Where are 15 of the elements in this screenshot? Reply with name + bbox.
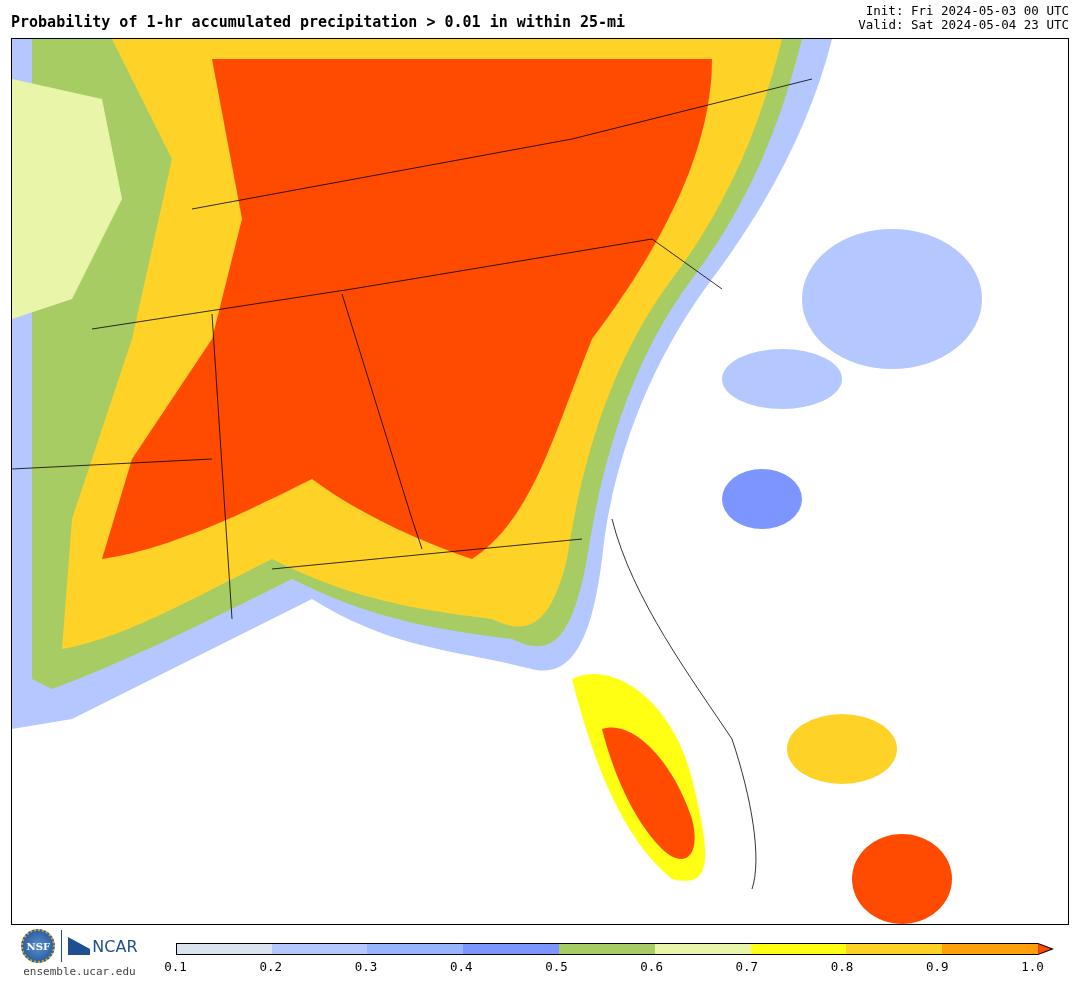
website-url: ensemble.ucar.edu xyxy=(23,965,136,978)
tick-label: 0.3 xyxy=(353,959,379,974)
ncar-logo: NCAR xyxy=(68,936,138,956)
tick-label: 0.9 xyxy=(924,959,950,974)
tick-label: 0.6 xyxy=(639,959,664,974)
tick-label: 0.5 xyxy=(544,959,569,974)
tick-label: 0.7 xyxy=(734,959,760,974)
nsf-logo: NSF xyxy=(21,929,56,963)
valid-time: Valid: Sat 2024-05-04 23 UTC xyxy=(858,18,1069,32)
tick-label: 0.2 xyxy=(258,959,284,974)
chart-title: Probability of 1-hr accumulated precipitation > 0.01 in within 25-mi xyxy=(11,13,626,31)
tick-label: 0.4 xyxy=(448,959,474,974)
tick-label: 0.8 xyxy=(829,959,855,974)
tick-label: 1.0 xyxy=(1020,959,1045,974)
init-time: Init: Fri 2024-05-03 00 UTC xyxy=(864,4,1069,18)
